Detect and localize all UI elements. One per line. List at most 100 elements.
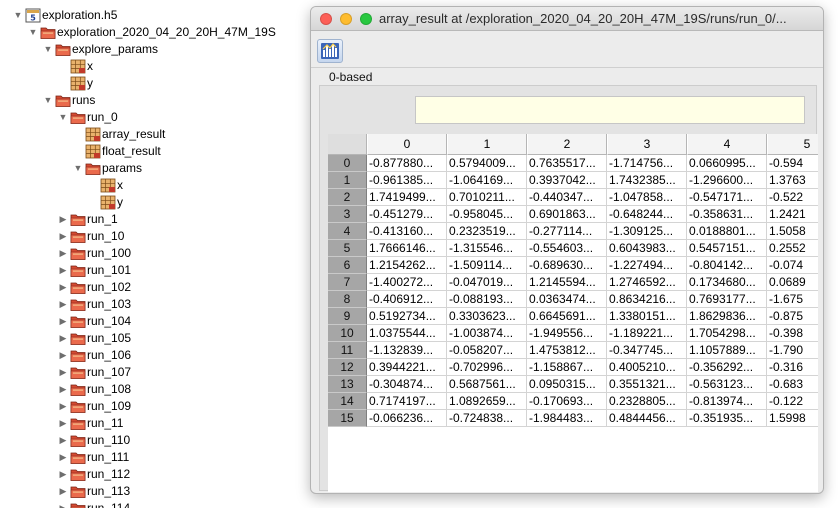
table-cell[interactable]: 0.3303623... <box>447 308 527 325</box>
collapsed-arrow-icon[interactable]: ▶ <box>57 245 69 262</box>
table-cell[interactable]: -1.949556... <box>527 325 607 342</box>
tree-node[interactable]: ▶ run_106 <box>0 347 320 364</box>
table-cell[interactable]: 1.7054298... <box>687 325 767 342</box>
tree-node[interactable]: y <box>0 194 320 211</box>
tree-node[interactable]: ▶ run_113 <box>0 483 320 500</box>
table-cell[interactable]: -0.648244... <box>607 206 687 223</box>
table-cell[interactable]: -1.790 <box>767 342 818 359</box>
table-cell[interactable]: 1.7666146... <box>367 240 447 257</box>
table-cell[interactable]: 0.7010211... <box>447 189 527 206</box>
tree-node[interactable]: ▶ run_102 <box>0 279 320 296</box>
tree-node[interactable]: ▼ runs <box>0 92 320 109</box>
collapsed-arrow-icon[interactable]: ▶ <box>57 347 69 364</box>
tree-node[interactable]: ▶ run_111 <box>0 449 320 466</box>
tree-node[interactable]: ▼ explore_params <box>0 41 320 58</box>
table-cell[interactable]: -0.554603... <box>527 240 607 257</box>
row-header[interactable]: 0 <box>328 155 367 172</box>
title-bar[interactable]: array_result at /exploration_2020_04_20_… <box>311 7 823 31</box>
tree-node[interactable]: ▶ run_114 <box>0 500 320 508</box>
table-cell[interactable]: -0.702996... <box>447 359 527 376</box>
table-cell[interactable]: 0.3937042... <box>527 172 607 189</box>
tree-node[interactable]: ▶ run_112 <box>0 466 320 483</box>
close-window-button[interactable] <box>320 13 332 25</box>
table-cell[interactable]: 1.2746592... <box>607 274 687 291</box>
table-cell[interactable]: -1.296600... <box>687 172 767 189</box>
column-header[interactable]: 1 <box>447 134 527 155</box>
row-header[interactable]: 8 <box>328 291 367 308</box>
table-cell[interactable]: 1.5998 <box>767 410 818 427</box>
table-cell[interactable]: -0.066236... <box>367 410 447 427</box>
collapsed-arrow-icon[interactable]: ▶ <box>57 415 69 432</box>
table-cell[interactable]: -1.714756... <box>607 155 687 172</box>
tree-node[interactable]: float_result <box>0 143 320 160</box>
table-cell[interactable]: 0.5794009... <box>447 155 527 172</box>
table-cell[interactable]: 1.5058 <box>767 223 818 240</box>
tree-node[interactable]: x <box>0 177 320 194</box>
table-cell[interactable]: 1.4753812... <box>527 342 607 359</box>
table-cell[interactable]: -1.047858... <box>607 189 687 206</box>
table-cell[interactable]: 0.7174197... <box>367 393 447 410</box>
table-cell[interactable]: -0.074 <box>767 257 818 274</box>
tree-node[interactable]: ▼ params <box>0 160 320 177</box>
row-header[interactable]: 4 <box>328 223 367 240</box>
table-cell[interactable]: 1.2145594... <box>527 274 607 291</box>
row-header[interactable]: 6 <box>328 257 367 274</box>
table-cell[interactable]: 1.1057889... <box>687 342 767 359</box>
table-cell[interactable]: 1.8629836... <box>687 308 767 325</box>
column-header[interactable]: 0 <box>367 134 447 155</box>
table-cell[interactable]: -0.547171... <box>687 189 767 206</box>
table-cell[interactable]: -0.304874... <box>367 376 447 393</box>
column-header[interactable]: 5 <box>767 134 818 155</box>
collapsed-arrow-icon[interactable]: ▶ <box>57 398 69 415</box>
row-header[interactable]: 5 <box>328 240 367 257</box>
collapsed-arrow-icon[interactable]: ▶ <box>57 228 69 245</box>
collapsed-arrow-icon[interactable]: ▶ <box>57 262 69 279</box>
tree-node[interactable]: ▶ run_110 <box>0 432 320 449</box>
table-cell[interactable]: 0.7635517... <box>527 155 607 172</box>
table-cell[interactable]: 0.2323519... <box>447 223 527 240</box>
table-cell[interactable]: 0.4005210... <box>607 359 687 376</box>
table-cell[interactable]: -0.961385... <box>367 172 447 189</box>
collapsed-arrow-icon[interactable]: ▶ <box>57 466 69 483</box>
table-cell[interactable]: -0.877880... <box>367 155 447 172</box>
zoom-window-button[interactable] <box>360 13 372 25</box>
table-cell[interactable]: -0.398 <box>767 325 818 342</box>
table-cell[interactable]: -1.189221... <box>607 325 687 342</box>
tree-node[interactable]: ▶ run_108 <box>0 381 320 398</box>
collapsed-arrow-icon[interactable]: ▶ <box>57 279 69 296</box>
table-cell[interactable]: 0.0188801... <box>687 223 767 240</box>
tree-node[interactable]: ▼ 5 exploration.h5 <box>0 7 320 24</box>
table-cell[interactable]: 0.2328805... <box>607 393 687 410</box>
tree-node[interactable]: ▼ exploration_2020_04_20_20H_47M_19S <box>0 24 320 41</box>
tree-node[interactable]: ▶ run_105 <box>0 330 320 347</box>
table-cell[interactable]: 1.2154262... <box>367 257 447 274</box>
table-cell[interactable]: -0.958045... <box>447 206 527 223</box>
table-cell[interactable]: 1.2421 <box>767 206 818 223</box>
table-cell[interactable]: -0.594 <box>767 155 818 172</box>
table-cell[interactable]: -1.509114... <box>447 257 527 274</box>
tree-node[interactable]: ▶ run_101 <box>0 262 320 279</box>
tree-node[interactable]: ▶ run_1 <box>0 211 320 228</box>
table-cell[interactable]: -0.875 <box>767 308 818 325</box>
table-cell[interactable]: -0.277114... <box>527 223 607 240</box>
row-header[interactable]: 12 <box>328 359 367 376</box>
row-header[interactable]: 15 <box>328 410 367 427</box>
tree-node[interactable]: ▶ run_11 <box>0 415 320 432</box>
tree-node[interactable]: ▶ run_103 <box>0 296 320 313</box>
table-cell[interactable]: 0.2552 <box>767 240 818 257</box>
table-cell[interactable]: -0.347745... <box>607 342 687 359</box>
row-header[interactable]: 9 <box>328 308 367 325</box>
table-cell[interactable]: 1.7432385... <box>607 172 687 189</box>
row-header[interactable]: 10 <box>328 325 367 342</box>
table-cell[interactable]: 0.0950315... <box>527 376 607 393</box>
table-cell[interactable]: 0.6043983... <box>607 240 687 257</box>
table-cell[interactable]: -0.058207... <box>447 342 527 359</box>
table-cell[interactable]: 0.0660995... <box>687 155 767 172</box>
table-cell[interactable]: 0.4844456... <box>607 410 687 427</box>
table-cell[interactable]: 0.3944221... <box>367 359 447 376</box>
tree-node[interactable]: ▶ run_104 <box>0 313 320 330</box>
table-cell[interactable]: -0.358631... <box>687 206 767 223</box>
table-cell[interactable]: -0.122 <box>767 393 818 410</box>
collapsed-arrow-icon[interactable]: ▶ <box>57 500 69 508</box>
minimize-window-button[interactable] <box>340 13 352 25</box>
